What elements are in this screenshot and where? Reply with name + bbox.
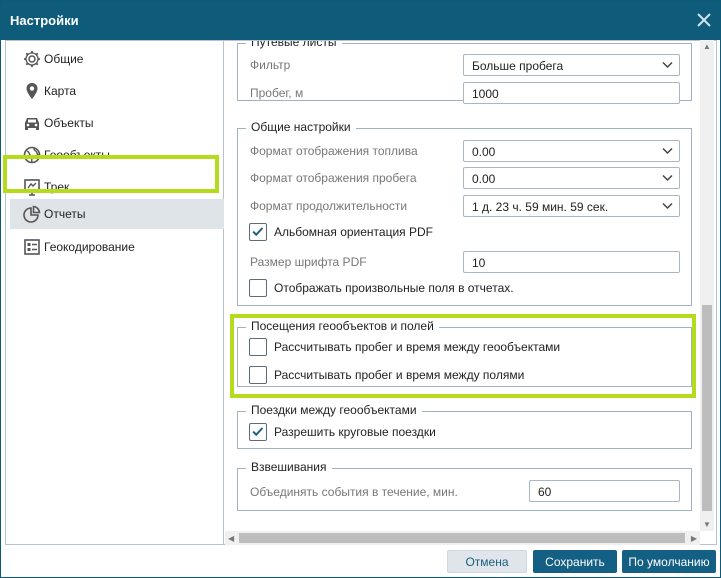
checkmark-icon [252,227,264,237]
font-size-input[interactable]: 10 [463,251,680,273]
general-settings-group: Общие настройки Формат отображения топли… [237,120,692,306]
settings-dialog: Настройки Общие Карта Объекты Геообъекты… [0,0,721,578]
scroll-left-icon[interactable]: ◀ [228,534,234,543]
sidebar-item-label: Отчеты [44,207,86,221]
font-size-value: 10 [472,256,486,270]
sidebar-item-map[interactable]: Карта [10,75,224,107]
dialog-title: Настройки [10,13,79,28]
gear-icon [24,51,40,67]
sidebar-item-label: Объекты [44,116,94,130]
landscape-label: Альбомная ориентация PDF [274,225,433,239]
custom-fields-checkbox-row[interactable]: Отображать произвольные поля в отчетах. [249,279,514,297]
chevron-down-icon [662,202,673,210]
landscape-checkbox[interactable] [249,223,267,241]
chevron-down-icon [662,61,673,69]
sidebar-item-geocoding[interactable]: Геокодирование [10,231,224,263]
mileage-value: 1000 [472,87,499,101]
landscape-checkbox-row[interactable]: Альбомная ориентация PDF [249,223,433,241]
pie-chart-icon [23,205,41,223]
mileage-label: Пробег, м [250,86,304,100]
duration-format-select[interactable]: 1 д. 23 ч. 59 мин. 59 сек. [463,195,680,217]
merge-events-label: Объединять события в течение, мин. [250,485,458,499]
sidebar-item-reports[interactable]: Отчеты [10,199,224,229]
filter-select[interactable]: Больше пробега [463,54,680,76]
vertical-scroll-thumb[interactable] [702,305,712,511]
round-trips-label: Разрешить круговые поездки [274,425,436,439]
close-icon[interactable] [694,10,714,30]
mileage-format-select[interactable]: 0.00 [463,167,680,189]
map-pin-icon [26,83,38,99]
sidebar: Общие Карта Объекты Геообъекты Трек Отче… [6,41,224,544]
visits-highlight-frame [230,314,696,398]
fuel-format-label: Формат отображения топлива [250,144,418,158]
scroll-right-icon[interactable]: ▶ [691,534,697,543]
mileage-format-label: Формат отображения пробега [250,171,417,185]
weighing-group: Взвешивания Объединять события в течение… [237,460,692,511]
round-trips-checkbox[interactable] [249,423,267,441]
car-icon [25,118,39,130]
fuel-format-value: 0.00 [472,145,496,159]
group-legend: Поездки между геообъектами [246,403,422,417]
geocoding-icon [24,239,40,255]
horizontal-scroll-thumb[interactable] [239,533,685,543]
custom-fields-label: Отображать произвольные поля в отчетах. [274,281,514,295]
waybills-group: Путевые листы Фильтр Больше пробега Проб… [237,41,692,104]
font-size-label: Размер шрифта PDF [250,255,367,269]
cancel-button[interactable]: Отмена [447,550,527,573]
scroll-down-icon[interactable]: ▼ [703,520,711,529]
chevron-down-icon [662,174,673,182]
round-trips-checkbox-row[interactable]: Разрешить круговые поездки [249,423,436,441]
filter-value: Больше пробега [472,59,564,73]
group-legend: Общие настройки [246,120,356,134]
sidebar-item-general[interactable]: Общие [10,43,224,75]
default-button[interactable]: По умолчанию [622,550,716,573]
mileage-format-value: 0.00 [472,172,496,186]
merge-events-value: 60 [538,485,552,499]
mileage-input[interactable]: 1000 [463,82,680,104]
trips-group: Поездки между геообъектами Разрешить кру… [237,403,692,449]
sidebar-item-objects[interactable]: Объекты [10,107,224,139]
duration-format-value: 1 д. 23 ч. 59 мин. 59 сек. [472,200,609,214]
fuel-format-select[interactable]: 0.00 [463,140,680,162]
sidebar-item-label: Общие [44,52,84,66]
sidebar-item-label: Карта [44,84,77,98]
settings-content: Путевые листы Фильтр Больше пробега Проб… [225,41,716,529]
vertical-scrollbar[interactable]: ▲ ▼ [700,40,714,531]
horizontal-scrollbar[interactable]: ◀ ▶ [225,531,700,545]
group-legend: Путевые листы [246,41,342,49]
sidebar-item-label: Геокодирование [44,240,135,254]
group-legend: Взвешивания [246,460,332,474]
chevron-down-icon [662,147,673,155]
save-button[interactable]: Сохранить [533,550,617,573]
filter-label: Фильтр [250,58,291,72]
custom-fields-checkbox[interactable] [249,279,267,297]
scroll-up-icon[interactable]: ▲ [703,42,711,51]
merge-events-input[interactable]: 60 [529,480,680,502]
duration-format-label: Формат продолжительности [250,199,408,213]
sidebar-highlight-frame [3,155,219,193]
title-bar: Настройки [1,1,720,40]
checkmark-icon [252,427,264,437]
